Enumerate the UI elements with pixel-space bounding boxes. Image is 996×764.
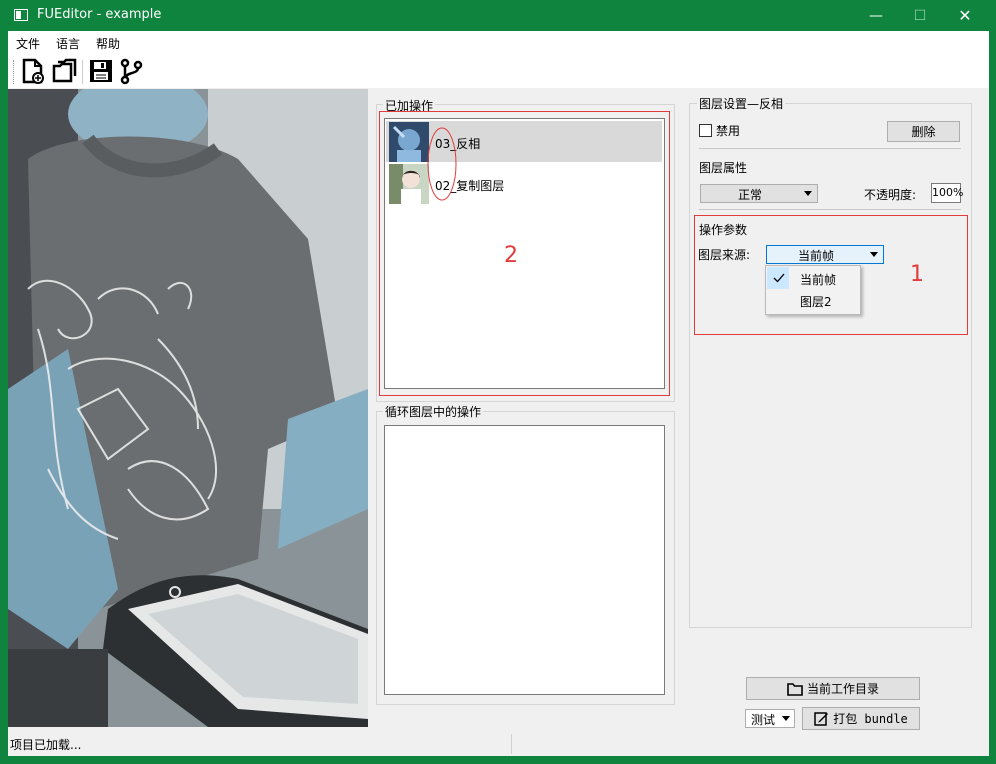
annotation-ellipse bbox=[427, 127, 457, 201]
annotation-number-2: 2 bbox=[504, 243, 518, 268]
chevron-down-icon bbox=[804, 191, 812, 196]
window-title: FUEditor - example bbox=[37, 7, 162, 22]
source-option[interactable]: 图层2 bbox=[800, 293, 832, 310]
layer-settings-group bbox=[689, 103, 972, 628]
pack-bundle-button[interactable]: 打包 bundle bbox=[802, 707, 920, 730]
mode-value: 测试 bbox=[750, 713, 775, 727]
workdir-button[interactable]: 当前工作目录 bbox=[746, 677, 920, 700]
layer-settings-title: 图层设置—反相 bbox=[697, 95, 786, 112]
menu-bar bbox=[8, 31, 989, 54]
source-option[interactable]: 当前帧 bbox=[800, 271, 836, 288]
check-icon bbox=[773, 273, 785, 283]
edit-icon bbox=[814, 712, 829, 726]
opacity-label: 不透明度: bbox=[864, 188, 917, 202]
layer-props-title: 图层属性 bbox=[699, 161, 748, 175]
status-divider bbox=[511, 734, 512, 754]
blend-mode-select[interactable]: 正常 bbox=[700, 184, 818, 203]
loop-ops-title: 循环图层中的操作 bbox=[383, 403, 484, 420]
menu-language[interactable]: 语言 bbox=[56, 35, 80, 52]
menu-file[interactable]: 文件 bbox=[16, 35, 40, 52]
delete-button[interactable]: 删除 bbox=[887, 121, 960, 142]
toolbar bbox=[8, 54, 989, 88]
params-title: 操作参数 bbox=[699, 223, 748, 237]
status-bar bbox=[8, 732, 989, 756]
toolbar-grip bbox=[13, 60, 15, 84]
loop-ops-list[interactable] bbox=[384, 425, 665, 695]
toolbar-separator bbox=[82, 60, 83, 84]
opacity-input[interactable]: 100% bbox=[931, 183, 963, 203]
annotation-number-1: 1 bbox=[910, 262, 924, 287]
blend-mode-value: 正常 bbox=[737, 188, 762, 202]
thumbnail-copy-layer bbox=[389, 164, 429, 204]
divider bbox=[699, 209, 961, 210]
save-icon[interactable] bbox=[88, 57, 114, 85]
close-button[interactable]: ✕ bbox=[942, 0, 988, 31]
open-folder-icon[interactable] bbox=[51, 57, 77, 85]
chevron-down-icon bbox=[870, 252, 878, 257]
preview-canvas[interactable] bbox=[8, 89, 368, 727]
source-select[interactable]: 当前帧 bbox=[766, 245, 884, 264]
branch-icon[interactable] bbox=[118, 57, 144, 85]
new-file-icon[interactable] bbox=[20, 57, 46, 85]
chevron-down-icon bbox=[782, 716, 790, 721]
status-text: 项目已加载... bbox=[10, 738, 82, 752]
mode-select[interactable]: 测试 bbox=[745, 709, 795, 728]
thumbnail-invert bbox=[389, 122, 429, 162]
disable-checkbox[interactable] bbox=[699, 124, 712, 137]
menu-help[interactable]: 帮助 bbox=[96, 35, 120, 52]
folder-icon bbox=[787, 682, 803, 696]
maximize-button[interactable]: ☐ bbox=[897, 0, 943, 31]
source-label: 图层来源: bbox=[698, 248, 751, 262]
divider bbox=[699, 148, 961, 149]
source-value: 当前帧 bbox=[797, 249, 834, 263]
disable-label: 禁用 bbox=[716, 124, 741, 138]
minimize-button[interactable]: — bbox=[853, 0, 899, 31]
app-icon bbox=[14, 9, 28, 21]
workdir-label: 当前工作目录 bbox=[806, 682, 879, 696]
pack-bundle-label: 打包 bundle bbox=[833, 712, 908, 726]
